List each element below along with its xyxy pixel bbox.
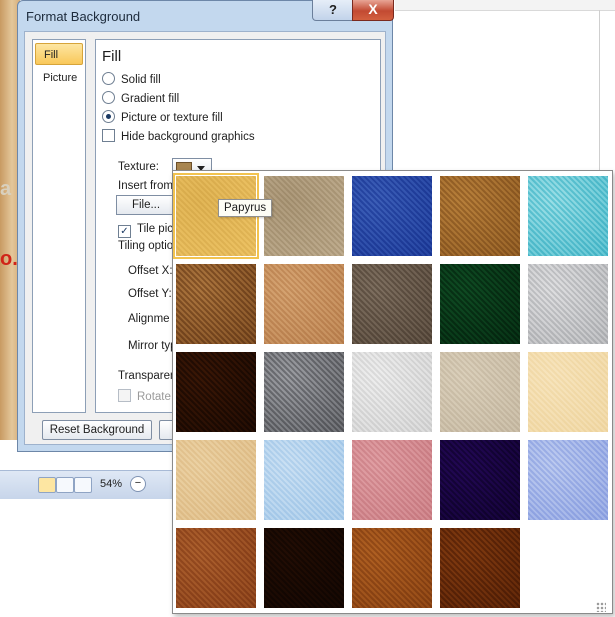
texture-tile-brown-marble[interactable] xyxy=(176,352,256,432)
option-label: Gradient fill xyxy=(121,93,180,105)
checkbox-icon[interactable] xyxy=(118,389,131,402)
texture-tile-medium-wood[interactable] xyxy=(440,528,520,608)
texture-tile-sand[interactable] xyxy=(352,264,432,344)
option-label: Hide background graphics xyxy=(121,131,255,143)
texture-tile-paper-bag[interactable] xyxy=(176,264,256,344)
nav-item-picture[interactable]: Picture xyxy=(35,67,83,89)
alignment-label: Alignme xyxy=(128,313,170,325)
option-label: Picture or texture fill xyxy=(121,112,223,124)
texture-tile-parchment[interactable] xyxy=(528,352,608,432)
option-label: Rotate xyxy=(137,391,171,403)
slide-show-button[interactable] xyxy=(74,477,92,493)
status-bar: 54% − xyxy=(0,470,190,499)
texture-tooltip: Papyrus xyxy=(218,199,273,217)
option-label: Tile pic xyxy=(137,223,173,235)
mirror-type-label: Mirror typ xyxy=(128,340,177,352)
texture-tile-recycled-paper[interactable] xyxy=(440,352,520,432)
texture-tile-cork[interactable] xyxy=(176,528,256,608)
slide-text-fragment: a xyxy=(0,178,12,200)
rotate-option[interactable]: Rotate xyxy=(118,389,171,405)
file-button[interactable]: File... xyxy=(116,195,176,215)
offset-y-label: Offset Y: xyxy=(128,288,172,300)
gradient-fill-option[interactable]: Gradient fill xyxy=(102,91,179,107)
solid-fill-option[interactable]: Solid fill xyxy=(102,72,161,88)
texture-tile-green-marble[interactable] xyxy=(440,264,520,344)
texture-tile-denim[interactable] xyxy=(352,176,432,256)
radio-selected-icon[interactable] xyxy=(102,110,115,123)
offset-x-label: Offset X: xyxy=(128,265,173,277)
texture-tile-newsprint[interactable] xyxy=(352,352,432,432)
insert-from-label: Insert from xyxy=(118,180,173,192)
checkbox-checked-icon[interactable]: ✓ xyxy=(118,225,131,238)
pane-divider xyxy=(599,10,600,170)
zoom-level[interactable]: 54% xyxy=(100,478,122,490)
panel-heading: Fill xyxy=(102,48,122,65)
category-list: Fill Picture xyxy=(32,39,86,413)
texture-tile-oak[interactable] xyxy=(352,528,432,608)
texture-tile-woven-mat[interactable] xyxy=(440,176,520,256)
reset-background-button[interactable]: Reset Background xyxy=(42,420,152,440)
texture-tile-purple-mesh[interactable] xyxy=(440,440,520,520)
ribbon-edge xyxy=(395,0,615,11)
normal-view-button[interactable] xyxy=(38,477,56,493)
slide-sorter-button[interactable] xyxy=(56,477,74,493)
texture-tile-walnut[interactable] xyxy=(264,528,344,608)
option-label: Solid fill xyxy=(121,74,161,86)
texture-tile-pink-tissue-paper[interactable] xyxy=(352,440,432,520)
radio-icon[interactable] xyxy=(102,72,115,85)
texture-tile-canvas[interactable] xyxy=(264,176,344,256)
texture-tile-white-marble[interactable] xyxy=(528,264,608,344)
radio-icon[interactable] xyxy=(102,91,115,104)
texture-tile-bouquet[interactable] xyxy=(528,440,608,520)
checkbox-icon[interactable] xyxy=(102,129,115,142)
tile-picture-option[interactable]: ✓ Tile pic xyxy=(118,221,173,238)
texture-tile-stationery[interactable] xyxy=(176,440,256,520)
resize-grip-icon[interactable] xyxy=(596,602,606,612)
transparency-label: Transparen xyxy=(118,370,177,382)
texture-tile-water-droplets[interactable] xyxy=(528,176,608,256)
tiling-options-label: Tiling option xyxy=(118,240,180,252)
texture-tile-blue-tissue-paper[interactable] xyxy=(264,440,344,520)
zoom-out-button[interactable]: − xyxy=(130,476,146,492)
texture-gallery xyxy=(172,170,613,614)
texture-tile-granite[interactable] xyxy=(264,352,344,432)
texture-label: Texture: xyxy=(118,161,159,173)
close-button[interactable]: X xyxy=(352,0,394,21)
picture-texture-fill-option[interactable]: Picture or texture fill xyxy=(102,110,223,126)
help-button[interactable]: ? xyxy=(312,0,354,21)
dialog-titlebar[interactable]: Format Background ? X xyxy=(18,0,394,31)
dialog-title: Format Background xyxy=(26,9,141,24)
nav-item-fill[interactable]: Fill xyxy=(35,43,83,65)
texture-tile-fish-fossil[interactable] xyxy=(264,264,344,344)
hide-background-graphics-option[interactable]: Hide background graphics xyxy=(102,129,255,145)
